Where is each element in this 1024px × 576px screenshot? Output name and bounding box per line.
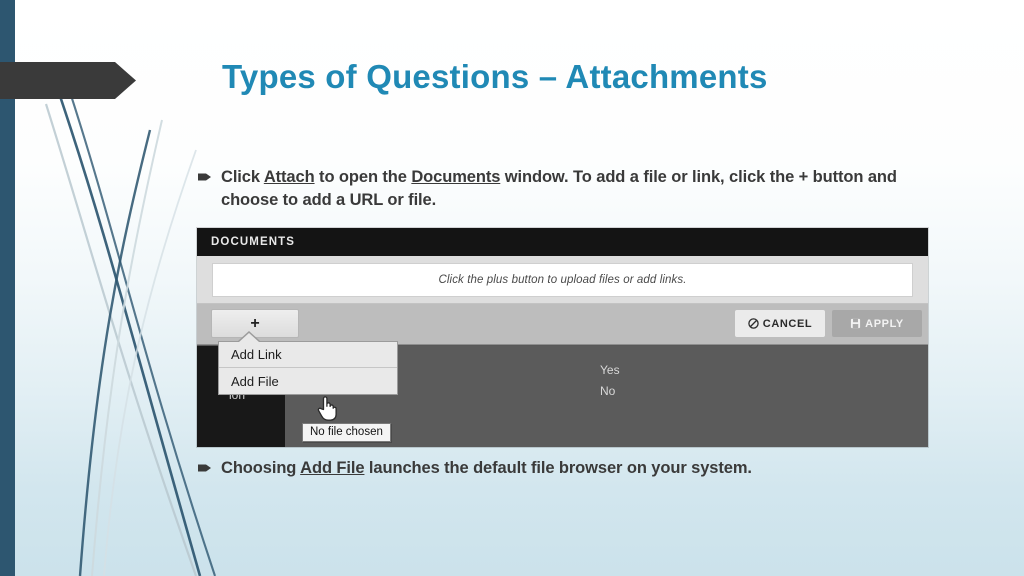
menu-item-add-file[interactable]: Add File [219,368,397,394]
bullet-item-1: Click Attach to open the Documents windo… [198,166,928,213]
bullet1-seg-0: Click [221,168,264,186]
documents-window-toolbar: + CANCEL APPLY [197,304,928,345]
slide-canvas: Types of Questions – Attachments Click A… [0,0,1024,576]
no-entry-icon [748,318,759,329]
bullet-text-1: Click Attach to open the Documents windo… [221,166,928,213]
bullet1-link-documents: Documents [411,168,501,186]
documents-window-title: DOCUMENTS [211,236,296,248]
dropzone-hint-text: Click the plus button to upload files or… [438,274,687,286]
plus-icon: + [250,314,260,332]
hand-pointer-cursor [317,396,337,421]
documents-window-screenshot: DOCUMENTS Click the plus button to uploa… [197,228,928,447]
bullet-text-2: Choosing Add File launches the default f… [221,457,752,480]
add-attachment-menu: Add Link Add File [218,331,398,395]
tooltip-text: No file chosen [310,426,383,438]
file-dropzone[interactable]: Click the plus button to upload files or… [212,263,913,297]
arrow-bullet-icon [198,173,211,181]
save-disk-icon [851,318,861,329]
title-arrow-banner [0,62,136,99]
menu-item-add-file-label: Add File [231,373,279,389]
apply-button[interactable]: APPLY [832,310,922,337]
menu-item-add-link[interactable]: Add Link [219,342,397,368]
documents-window-body: Click the plus button to upload files or… [197,256,928,304]
bullet1-link-attach: Attach [263,168,315,186]
bullet2-link-add-file: Add File [300,459,365,477]
bullet-item-2: Choosing Add File launches the default f… [198,457,928,480]
menu-item-add-link-label: Add Link [231,347,282,362]
no-file-chosen-tooltip: No file chosen [302,423,391,442]
cancel-button[interactable]: CANCEL [735,310,825,337]
option-no-label: No [600,384,616,398]
cancel-button-label: CANCEL [762,317,813,330]
documents-window-titlebar: DOCUMENTS [197,228,928,256]
bullet1-seg-2: to open the [314,168,412,186]
bullet2-seg-2: launches the default file browser on you… [364,459,752,477]
apply-button-label: APPLY [865,317,904,330]
bullet2-seg-0: Choosing [221,459,301,477]
page-title: Types of Questions – Attachments [222,58,768,95]
option-yes-label: Yes [600,363,620,377]
arrow-bullet-icon [198,464,211,472]
